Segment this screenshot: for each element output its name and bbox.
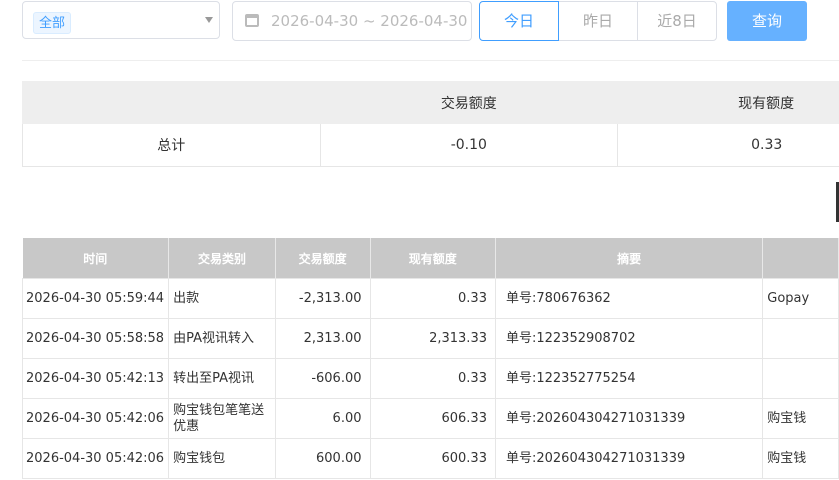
calendar-icon: [245, 14, 259, 27]
summary-table: 交易额度 现有额度 总计 -0.10 0.33: [22, 81, 839, 167]
cell-amount: 600.00: [274, 438, 371, 479]
cell-type: 由PA视讯转入: [168, 318, 276, 359]
cell-time: 2026-04-30 05:59:44: [21, 278, 170, 319]
range-8days-button[interactable]: 近8日: [637, 1, 717, 41]
divider: [22, 60, 839, 61]
summary-header-balance: 现有额度: [617, 81, 839, 124]
cell-balance: 2,313.33: [369, 318, 496, 359]
table-row: 2026-04-30 05:42:06 购宝钱包 600.00 600.33 单号:20…: [21, 438, 839, 479]
cell-type: 出款: [168, 278, 276, 319]
cell-summary: 单号:122352908702: [494, 318, 764, 359]
col-header-extra[interactable]: [762, 238, 839, 279]
summary-total-label: 总计: [22, 123, 321, 167]
summary-header-label: [22, 81, 321, 124]
cell-summary: 单号:122352775254: [494, 358, 764, 399]
date-range-picker[interactable]: 2026-04-30 ~ 2026-04-30: [232, 1, 472, 41]
cell-summary: 单号:202604304271031339: [494, 438, 764, 479]
range-today-button[interactable]: 今日: [479, 1, 559, 41]
cell-amount: 6.00: [274, 398, 371, 439]
cell-extra: 购宝钱: [762, 398, 839, 439]
table-row: 2026-04-30 05:59:44 出款 -2,313.00 0.33 单号:780…: [21, 278, 839, 319]
cell-amount: 2,313.00: [274, 318, 371, 359]
summary-header-trade-amount: 交易额度: [319, 81, 619, 124]
table-row: 2026-04-30 05:42:06 购宝钱包笔笔送优惠 6.00 606.33 单号…: [21, 398, 839, 439]
cell-balance: 0.33: [369, 278, 496, 319]
cell-amount: -606.00: [274, 358, 371, 399]
range-yesterday-button[interactable]: 昨日: [558, 1, 638, 41]
summary-trade-amount: -0.10: [319, 123, 619, 167]
cell-time: 2026-04-30 05:42:06: [21, 438, 170, 479]
col-header-amount[interactable]: 交易额度: [275, 238, 371, 279]
cell-type: 购宝钱包笔笔送优惠: [168, 398, 276, 439]
col-header-balance[interactable]: 现有额度: [370, 238, 496, 279]
transaction-table: 时间 交易类别 交易额度 现有额度 摘要 2026-04-30 05:59:44…: [21, 238, 839, 479]
cell-time: 2026-04-30 05:42:13: [21, 358, 170, 399]
cell-type: 购宝钱包: [168, 438, 276, 479]
query-button[interactable]: 查询: [727, 1, 807, 41]
category-select[interactable]: 全部: [22, 1, 220, 39]
date-range-value: 2026-04-30 ~ 2026-04-30: [271, 12, 468, 30]
col-header-summary[interactable]: 摘要: [495, 238, 764, 279]
cell-extra: [762, 358, 839, 399]
cell-amount: -2,313.00: [274, 278, 371, 319]
col-header-type[interactable]: 交易类别: [168, 238, 276, 279]
chevron-down-icon: [205, 17, 213, 23]
cell-time: 2026-04-30 05:58:58: [21, 318, 170, 359]
cell-balance: 600.33: [369, 438, 496, 479]
table-row: 2026-04-30 05:42:13 转出至PA视讯 -606.00 0.33 单号:…: [21, 358, 839, 399]
summary-balance: 0.33: [617, 123, 839, 167]
cell-type: 转出至PA视讯: [168, 358, 276, 399]
table-row: 2026-04-30 05:58:58 由PA视讯转入 2,313.00 2,313.…: [21, 318, 839, 359]
cell-summary: 单号:780676362: [494, 278, 764, 319]
col-header-time[interactable]: 时间: [22, 238, 170, 279]
cell-extra: [762, 318, 839, 359]
cell-balance: 0.33: [369, 358, 496, 399]
cell-balance: 606.33: [369, 398, 496, 439]
cell-extra: 购宝钱: [762, 438, 839, 479]
summary-row: 总计 -0.10 0.33: [22, 123, 839, 167]
cell-time: 2026-04-30 05:42:06: [21, 398, 170, 439]
cell-extra: Gopay: [762, 278, 839, 319]
cell-summary: 单号:202604304271031339: [494, 398, 764, 439]
category-tag: 全部: [33, 12, 72, 34]
